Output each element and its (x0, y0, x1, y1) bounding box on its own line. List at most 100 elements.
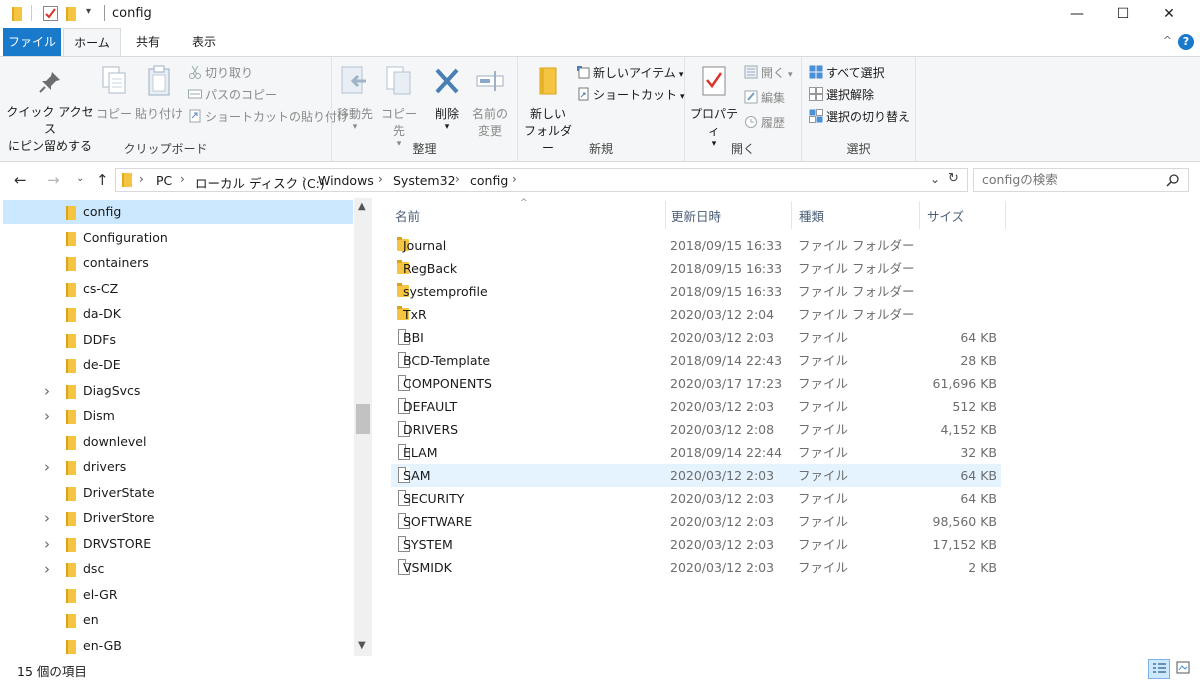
details-view-button[interactable] (1148, 659, 1170, 679)
file-row[interactable]: SYSTEM 2020/03/12 2:03 ファイル 17,152 KB (391, 533, 1001, 556)
nav-tree-item[interactable]: › DriverStore (3, 506, 353, 530)
file-row[interactable]: DRIVERS 2020/03/12 2:08 ファイル 4,152 KB (391, 418, 1001, 441)
nav-tree-item[interactable]: config (3, 200, 353, 224)
search-input[interactable] (982, 172, 1152, 187)
file-row[interactable]: BBI 2020/03/12 2:03 ファイル 64 KB (391, 326, 1001, 349)
recent-locations-chevron-icon[interactable]: ⌄ (76, 173, 84, 184)
nav-tree-item[interactable]: › drivers (3, 455, 353, 479)
address-history-dropdown-icon[interactable]: ⌄ (930, 172, 940, 186)
nav-tree-item[interactable]: da-DK (3, 302, 353, 326)
nav-tree-item[interactable]: Configuration (3, 226, 353, 250)
file-row[interactable]: DEFAULT 2020/03/12 2:03 ファイル 512 KB (391, 395, 1001, 418)
select-none-button[interactable]: 選択解除 (809, 85, 874, 105)
expand-chevron-icon[interactable]: › (44, 404, 50, 428)
tab-share[interactable]: 共有 (122, 28, 174, 56)
column-divider[interactable] (919, 201, 920, 229)
maximize-button[interactable]: ☐ (1100, 0, 1146, 28)
breadcrumb-windows[interactable]: Windows (318, 173, 374, 188)
column-divider[interactable] (791, 201, 792, 229)
column-divider[interactable] (1005, 201, 1006, 229)
tab-view[interactable]: 表示 (176, 28, 232, 56)
search-icon[interactable] (1166, 173, 1180, 187)
nav-tree-item[interactable]: containers (3, 251, 353, 275)
nav-tree-item[interactable]: DriverState (3, 481, 353, 505)
column-header-modified[interactable]: 更新日時 (671, 206, 721, 225)
nav-tree-item[interactable]: en (3, 608, 353, 632)
customize-qa-dropdown-icon[interactable]: ▾ (86, 6, 91, 17)
nav-tree-item[interactable]: el-GR (3, 583, 353, 607)
file-row[interactable]: BCD-Template 2018/09/14 22:43 ファイル 28 KB (391, 349, 1001, 372)
file-row[interactable]: RegBack 2018/09/15 16:33 ファイル フォルダー (391, 257, 1001, 280)
file-row[interactable]: VSMIDK 2020/03/12 2:03 ファイル 2 KB (391, 556, 1001, 579)
copy-to-button[interactable]: コピー先 ▾ (378, 65, 420, 149)
file-row[interactable]: SOFTWARE 2020/03/12 2:03 ファイル 98,560 KB (391, 510, 1001, 533)
select-all-button[interactable]: すべて選択 (809, 63, 885, 83)
collapse-ribbon-button[interactable]: ^ (1163, 34, 1172, 47)
large-icons-view-button[interactable] (1173, 659, 1195, 679)
nav-tree-item[interactable]: DDFs (3, 328, 353, 352)
expand-chevron-icon[interactable]: › (44, 379, 50, 403)
properties-qa-icon[interactable] (43, 6, 58, 21)
address-bar[interactable]: › PC › ローカル ディスク (C:) › Windows › System… (115, 168, 968, 192)
open-button[interactable]: 開く ▾ (744, 63, 793, 83)
nav-tree-item[interactable]: › dsc (3, 557, 353, 581)
back-arrow-icon[interactable]: ← (14, 171, 27, 189)
expand-chevron-icon[interactable]: › (44, 557, 50, 581)
expand-chevron-icon[interactable]: › (44, 455, 50, 479)
tab-home[interactable]: ホーム (63, 28, 121, 56)
help-button[interactable]: ? (1178, 34, 1194, 50)
paste-shortcut-button[interactable]: ショートカットの貼り付け (188, 107, 349, 127)
breadcrumb-system32[interactable]: System32 (393, 173, 456, 188)
paste-button[interactable]: 貼り付け (134, 65, 184, 123)
nav-pane-scrollbar[interactable]: ▲ ▼ (354, 198, 372, 656)
column-header-size[interactable]: サイズ (927, 206, 964, 225)
breadcrumb-separator-icon[interactable]: › (512, 172, 517, 186)
tab-file[interactable]: ファイル (3, 28, 61, 56)
new-folder-qa-icon[interactable] (66, 7, 76, 21)
breadcrumb-separator-icon[interactable]: › (455, 172, 460, 186)
shortcut-button[interactable]: ショートカット ▾ (576, 85, 685, 105)
file-row[interactable]: SAM 2020/03/12 2:03 ファイル 64 KB (391, 464, 1001, 487)
nav-tree-item[interactable]: › Dism (3, 404, 353, 428)
breadcrumb-separator-icon[interactable]: › (302, 172, 307, 186)
rename-button[interactable]: 名前の 変更 (470, 65, 510, 140)
invert-selection-button[interactable]: 選択の切り替え (809, 107, 910, 127)
refresh-icon[interactable]: ↻ (948, 171, 959, 186)
file-row[interactable]: TxR 2020/03/12 2:04 ファイル フォルダー (391, 303, 1001, 326)
copy-path-button[interactable]: パスのコピー (188, 85, 277, 105)
file-row[interactable]: SECURITY 2020/03/12 2:03 ファイル 64 KB (391, 487, 1001, 510)
properties-button[interactable]: プロパティ ▾ (687, 65, 741, 149)
cut-button[interactable]: 切り取り (188, 63, 253, 83)
scroll-up-icon[interactable]: ▲ (358, 201, 366, 212)
breadcrumb-config[interactable]: config (470, 173, 508, 188)
close-button[interactable]: ✕ (1146, 0, 1192, 28)
expand-chevron-icon[interactable]: › (44, 532, 50, 556)
file-row[interactable]: ELAM 2018/09/14 22:44 ファイル 32 KB (391, 441, 1001, 464)
breadcrumb-separator-icon[interactable]: › (378, 172, 383, 186)
move-to-button[interactable]: 移動先 ▾ (336, 65, 374, 132)
nav-tree-item[interactable]: downlevel (3, 430, 353, 454)
file-row[interactable]: COMPONENTS 2020/03/17 17:23 ファイル 61,696 KB (391, 372, 1001, 395)
nav-tree-item[interactable]: de-DE (3, 353, 353, 377)
search-box[interactable] (973, 168, 1189, 192)
nav-tree-item[interactable]: en-GB (3, 634, 353, 657)
file-row[interactable]: Journal 2018/09/15 16:33 ファイル フォルダー (391, 234, 1001, 257)
breadcrumb-pc[interactable]: PC (156, 173, 172, 188)
file-row[interactable]: systemprofile 2018/09/15 16:33 ファイル フォルダー (391, 280, 1001, 303)
copy-button[interactable]: コピー (96, 65, 132, 123)
minimize-button[interactable]: — (1054, 0, 1100, 28)
column-header-type[interactable]: 種類 (799, 206, 824, 225)
forward-arrow-icon[interactable]: → (47, 171, 60, 189)
history-button[interactable]: 履歴 (744, 113, 785, 133)
edit-button[interactable]: 編集 (744, 88, 785, 108)
nav-tree-item[interactable]: › DRVSTORE (3, 532, 353, 556)
column-header-name[interactable]: 名前 (395, 206, 420, 225)
scroll-down-icon[interactable]: ▼ (358, 640, 366, 651)
delete-button[interactable]: 削除 ▾ (430, 65, 464, 132)
nav-tree-item[interactable]: › DiagSvcs (3, 379, 353, 403)
up-arrow-icon[interactable]: ↑ (96, 171, 109, 189)
breadcrumb-separator-icon[interactable]: › (180, 172, 185, 186)
new-item-button[interactable]: 新しいアイテム ▾ (576, 63, 683, 83)
scroll-thumb[interactable] (356, 404, 370, 434)
nav-tree-item[interactable]: cs-CZ (3, 277, 353, 301)
